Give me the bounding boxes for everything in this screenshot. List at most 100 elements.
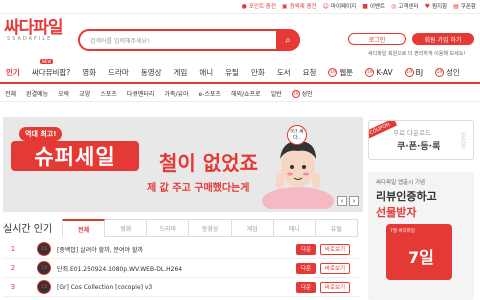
subnav-item-label: 성인	[301, 91, 313, 98]
view-button[interactable]: 바로보기	[320, 281, 350, 293]
top-links: ● 포인트 충전 ▣ 정액제 충전 ☺ 마이페이지 ■ 이벤트 ◎ 고객센터 ♥ 찜지함 ▤ 쿠폰함	[242, 2, 476, 11]
new-badge: NEW	[39, 58, 54, 64]
subnav-item-6[interactable]: 가족/유아	[159, 89, 193, 98]
promo-box-day: 7일	[408, 248, 434, 267]
view-button[interactable]: 바로보기	[320, 262, 350, 274]
login-button[interactable]: 로그인	[348, 33, 406, 45]
adult-badge: 19	[435, 67, 445, 77]
nav-item-6[interactable]: 애니	[193, 67, 219, 78]
row-title[interactable]: 단죄.E01.250924.1080p.WV.WEB-DL.H264	[57, 264, 287, 273]
nav-item-2[interactable]: 영화	[76, 67, 102, 78]
top-link-label: 찜지함	[431, 4, 448, 10]
nav-item-1[interactable]: NEW 싸다뮤비팝?	[26, 58, 76, 78]
top-link-label: 포인트 충전	[248, 4, 276, 10]
download-button[interactable]: 다운	[296, 262, 316, 274]
user-icon: ☺	[322, 2, 329, 10]
join-note: 싸다파일 회원으로 더 편리하게 이용해 보세요!	[368, 51, 466, 57]
adult-badge: 19	[365, 67, 375, 77]
download-button[interactable]: 다운	[296, 243, 316, 255]
table-row[interactable]: 1 19 [중백밥] 살려야 할까, 분여야 할까 다운 바로보기	[3, 240, 361, 259]
subnav-item-label: 완결예능	[26, 91, 49, 98]
top-link-2[interactable]: ☺ 마이페이지	[322, 2, 357, 11]
nav-item-4[interactable]: 동영상	[135, 67, 168, 78]
top-link-0[interactable]: ● 포인트 충전	[242, 2, 276, 11]
realtime-tab-2[interactable]: 드라마	[147, 219, 190, 237]
promo-caption: 싸다파일 앱출시 기념	[376, 180, 426, 186]
subnav-item-10[interactable]: 19 성인	[287, 89, 318, 98]
coupon-side-text: SSADA	[459, 131, 466, 149]
ticket-icon: ▣	[281, 2, 288, 10]
realtime-tab-4[interactable]: 게임	[231, 219, 274, 237]
search-bar[interactable]: 검색어를 입력해주세요! ⌕	[78, 29, 300, 51]
nav-item-7[interactable]: 유틸	[219, 67, 245, 78]
realtime-tab-3[interactable]: 동영상	[189, 219, 232, 237]
realtime-tab-1[interactable]: 영화	[105, 219, 148, 237]
join-button[interactable]: 회원 가입 하기	[412, 33, 474, 45]
nav-item-label: 동영상	[140, 67, 162, 77]
top-link-3[interactable]: ■ 이벤트	[362, 2, 385, 11]
subnav-item-label: 교양	[79, 91, 91, 98]
nav-item-9[interactable]: 도서	[271, 67, 297, 78]
subnav-item-label: 가족/유아	[164, 91, 189, 98]
sub-nav: 전체 완결예능 오락 교양 스포츠 다큐멘터리 가족/유아 e-스포츠 해외/쇼프로 일반 19 성인	[0, 86, 480, 102]
coupon-icon: ▤	[453, 2, 459, 10]
subnav-item-9[interactable]: 일반	[266, 89, 287, 98]
subnav-item-2[interactable]: 오락	[53, 89, 74, 98]
top-link-6[interactable]: ▤ 쿠폰함	[453, 2, 476, 11]
view-button[interactable]: 바로보기	[320, 243, 350, 255]
subnav-item-3[interactable]: 교양	[74, 89, 95, 98]
banner-prev-button[interactable]: ‹	[337, 196, 347, 206]
nav-item-12[interactable]: 19 K-AV	[359, 67, 398, 77]
coupon-panel[interactable]: COUPON 무료 다운로드 쿠·폰·등·록 SSADA	[368, 120, 474, 160]
nav-item-label: 웹툰	[339, 67, 354, 77]
coupon-subtitle: 무료 다운로드	[393, 129, 431, 137]
banner-subline: 제 값 주고 구매했다는게	[147, 183, 250, 194]
subnav-item-4[interactable]: 스포츠	[95, 89, 122, 98]
realtime-tab-6[interactable]: 유틸	[315, 219, 358, 237]
subnav-item-label: 다큐멘터리	[126, 91, 155, 98]
main-banner[interactable]: 역대 최고! 슈퍼세일 철이 없었죠 제 값 주고 구매했다는게 이? 싸다..…	[3, 117, 363, 212]
nav-item-8[interactable]: 만화	[245, 67, 271, 78]
row-title[interactable]: [Gr] Cos Collection [cocopie] v3	[57, 284, 287, 291]
nav-item-label: BJ	[415, 67, 424, 77]
row-title[interactable]: [중백밥] 살려야 할까, 분여야 할까	[57, 245, 287, 254]
realtime-tab-5[interactable]: 애니	[273, 219, 316, 237]
download-button[interactable]: 다운	[296, 281, 316, 293]
nav-item-14[interactable]: 19 성인	[429, 67, 466, 78]
nav-item-11[interactable]: 19 웹툰	[322, 67, 359, 78]
nav-item-5[interactable]: 게임	[168, 67, 194, 78]
banner-headline: 철이 없었죠	[159, 151, 258, 175]
nav-item-label: 유틸	[225, 67, 239, 77]
nav-item-label: 요청	[302, 67, 317, 77]
nav-item-0[interactable]: 인기	[0, 67, 26, 78]
table-row[interactable]: 2 19 단죄.E01.250924.1080p.WV.WEB-DL.H264 다운 바…	[3, 259, 361, 278]
subnav-item-7[interactable]: e-스포츠	[194, 89, 226, 98]
top-link-4[interactable]: ◎ 고객센터	[391, 2, 419, 11]
subnav-item-0[interactable]: 전체	[0, 89, 21, 98]
realtime-tab-0[interactable]: 전체	[62, 219, 106, 237]
app-promo-panel[interactable]: 싸다파일 앱출시 기념 리뷰인증하고 선물받자 7월 싸다파일 7일	[368, 172, 474, 300]
gift-icon: ■	[362, 2, 368, 10]
nav-item-3[interactable]: 드라마	[102, 67, 135, 78]
banner-next-button[interactable]: ›	[349, 196, 359, 206]
nav-item-label: 만화	[250, 67, 265, 77]
promo-highlight: 선물받자	[376, 206, 417, 219]
adult-badge: 19	[404, 67, 414, 77]
search-input[interactable]: 검색어를 입력해주세요!	[90, 36, 150, 45]
realtime-list: 1 19 [중백밥] 살려야 할까, 분여야 할까 다운 바로보기 2 19 단죄.E01.2…	[3, 240, 361, 297]
nav-item-10[interactable]: 요청	[297, 67, 323, 78]
subnav-item-1[interactable]: 완결예능	[21, 89, 53, 98]
top-link-5[interactable]: ♥ 찜지함	[425, 2, 448, 11]
nav-item-13[interactable]: 19 BJ	[399, 67, 429, 77]
realtime-tabs: 전체 영화 드라마 동영상 게임 애니 유틸	[62, 219, 358, 237]
top-link-1[interactable]: ▣ 정액제 충전	[281, 2, 317, 11]
site-logo[interactable]: 싸다파일 SSADAFILE	[4, 10, 84, 50]
adult-badge: 19	[37, 242, 51, 256]
table-row[interactable]: 3 19 [Gr] Cos Collection [cocopie] v3 다운 바로보…	[3, 278, 361, 297]
nav-item-label: 인기	[6, 67, 20, 77]
top-link-label: 쿠폰함	[460, 4, 476, 10]
search-button[interactable]: ⌕	[276, 29, 300, 51]
subnav-item-8[interactable]: 해외/쇼프로	[226, 89, 266, 98]
subnav-item-label: 해외/쇼프로	[230, 91, 261, 98]
subnav-item-5[interactable]: 다큐멘터리	[122, 89, 160, 98]
